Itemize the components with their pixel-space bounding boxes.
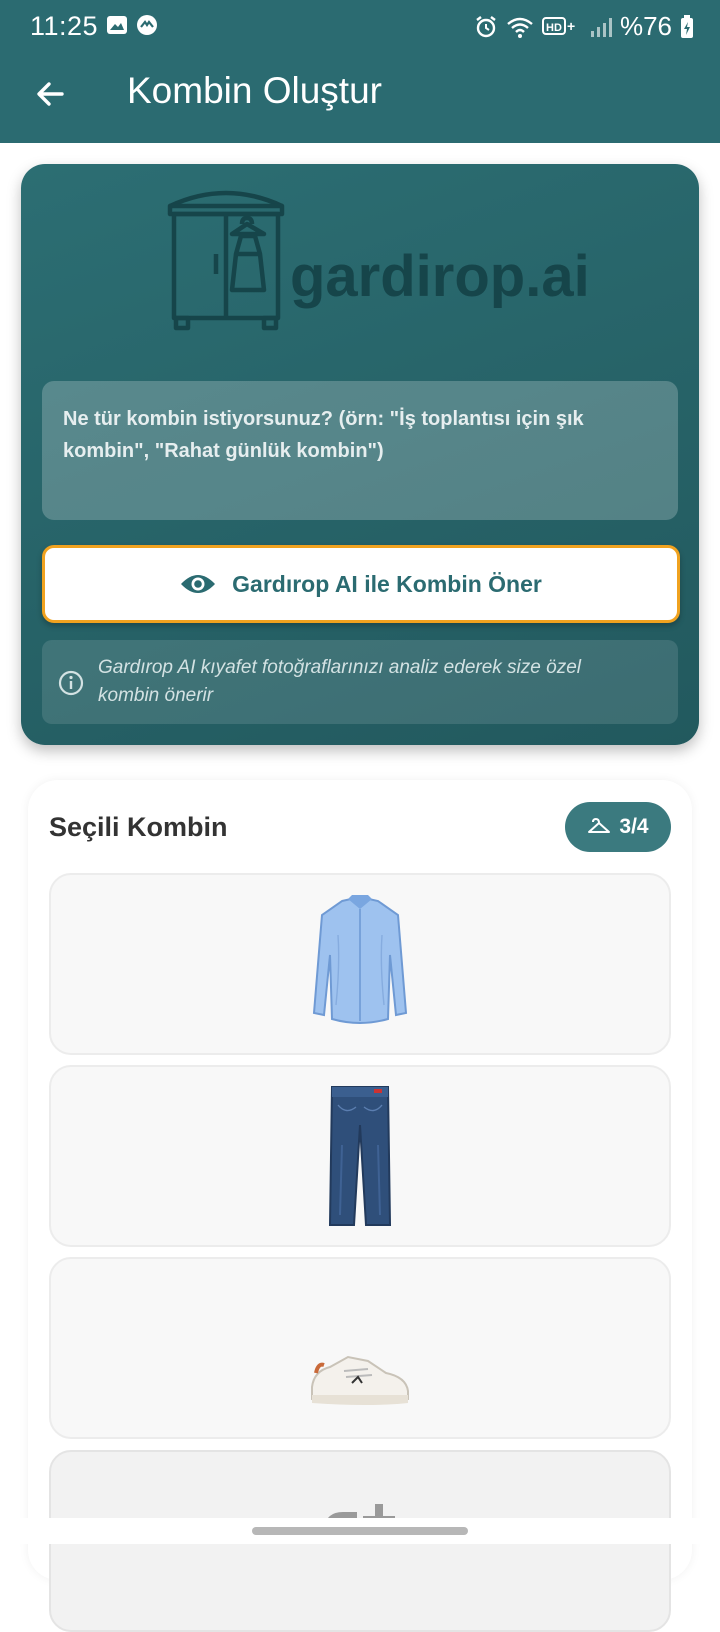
- section-title: Seçili Kombin: [49, 812, 228, 842]
- eye-icon: [181, 575, 216, 593]
- count-text: 3/4: [619, 815, 649, 838]
- battery-percent: %76: [619, 11, 672, 41]
- status-time: 11:25: [30, 11, 99, 41]
- prompt-placeholder: Ne tür kombin istiyorsunuz? (örn: "İş to…: [63, 408, 584, 462]
- wardrobe-icon: [167, 190, 285, 331]
- wifi-icon: [507, 17, 533, 38]
- info-text: Gardırop AI kıyafet fotoğraflarınızı ana…: [98, 657, 581, 706]
- gesture-handle[interactable]: [252, 1527, 468, 1535]
- alarm-icon: [476, 15, 496, 37]
- outfit-item-shirt[interactable]: [49, 873, 671, 1055]
- logo-text: gardirop.ai: [290, 244, 586, 309]
- hanger-icon: [588, 818, 611, 833]
- svg-text:HD: HD: [546, 22, 562, 34]
- hd-icon: HD +: [541, 16, 575, 35]
- arrow-back-icon: [37, 82, 64, 106]
- image-icon: [107, 16, 127, 34]
- info-icon: [58, 670, 84, 696]
- ai-suggest-card: gardirop.ai Ne tür kombin istiyorsunuz? …: [21, 164, 699, 745]
- prompt-input[interactable]: Ne tür kombin istiyorsunuz? (örn: "İş to…: [42, 381, 678, 520]
- shirt-icon: [312, 895, 408, 1024]
- back-button[interactable]: [28, 72, 72, 116]
- suggest-outfit-button[interactable]: Gardırop AI ile Kombin Öner: [42, 545, 680, 623]
- gardirop-logo: gardirop.ai: [166, 184, 590, 341]
- outfit-item-jeans[interactable]: [49, 1065, 671, 1247]
- battery-icon: [681, 14, 693, 38]
- sneaker-icon: [311, 1355, 409, 1405]
- jeans-icon: [328, 1086, 392, 1226]
- svg-text:+: +: [567, 18, 575, 34]
- signal-icon: [590, 17, 612, 37]
- page-title: Kombin Oluştur: [127, 70, 382, 111]
- status-icons-left: [106, 14, 158, 36]
- suggest-button-label: Gardırop AI ile Kombin Öner: [232, 570, 542, 597]
- messenger-icon: [137, 15, 157, 35]
- selected-outfit-card: Seçili Kombin 3/4: [28, 780, 692, 1632]
- outfit-item-sneakers[interactable]: [49, 1257, 671, 1439]
- status-right: HD + %76: [474, 11, 694, 42]
- count-badge: 3/4: [565, 802, 671, 852]
- info-box: Gardırop AI kıyafet fotoğraflarınızı ana…: [42, 640, 678, 724]
- app-bar: 11:25 HD + %76 Kombin Oluştur: [0, 0, 720, 143]
